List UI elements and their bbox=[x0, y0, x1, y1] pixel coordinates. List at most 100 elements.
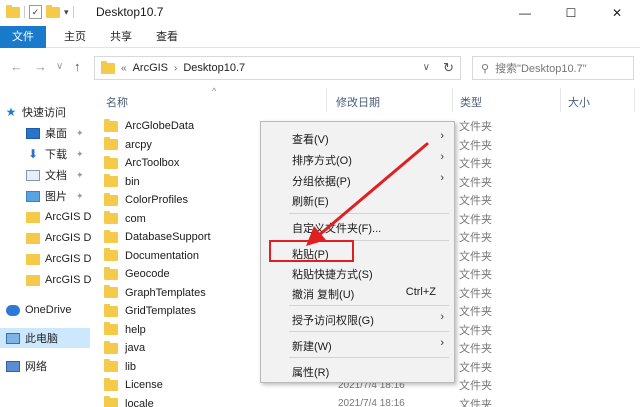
pin-icon[interactable]: ✦ bbox=[76, 128, 84, 139]
file-name: lib bbox=[125, 360, 137, 373]
menu-item-undo-copy[interactable]: 撤消 复制(U) Ctrl+Z bbox=[261, 283, 454, 302]
refresh-icon[interactable]: ↻ bbox=[443, 60, 454, 76]
folder-icon bbox=[26, 274, 40, 286]
menu-item-new[interactable]: 新建(W) › bbox=[261, 335, 454, 354]
file-type: 文件夹 bbox=[459, 287, 492, 300]
folder-icon bbox=[104, 229, 118, 243]
nav-item-label: 下载 bbox=[45, 149, 67, 161]
column-header-type[interactable]: 类型 bbox=[460, 94, 482, 110]
menu-item-group[interactable]: 分组依据(P) › bbox=[261, 170, 454, 189]
nav-item-label: ArcGIS D bbox=[45, 232, 92, 244]
tab-home[interactable]: 主页 bbox=[52, 26, 98, 48]
file-type: 文件夹 bbox=[459, 158, 492, 171]
new-folder-icon[interactable] bbox=[46, 4, 60, 18]
minimize-button[interactable]: — bbox=[502, 0, 548, 26]
file-name: DatabaseSupport bbox=[125, 231, 211, 244]
nav-item-documents[interactable]: 文档 ✦ bbox=[26, 165, 84, 185]
submenu-arrow-icon: › bbox=[440, 311, 444, 323]
menu-item-grant-access[interactable]: 授予访问权限(G) › bbox=[261, 309, 454, 328]
nav-item-pictures[interactable]: 图片 ✦ bbox=[26, 186, 84, 206]
nav-item-arcgis-2[interactable]: ArcGIS D bbox=[26, 228, 91, 248]
pin-icon[interactable]: ✦ bbox=[76, 170, 84, 181]
nav-item-label: ArcGIS D bbox=[45, 211, 92, 223]
menu-item-label: 新建(W) bbox=[292, 341, 332, 353]
menu-item-refresh[interactable]: 刷新(E) bbox=[261, 190, 454, 209]
nav-item-onedrive[interactable]: OneDrive bbox=[6, 300, 71, 320]
star-icon: ★ bbox=[5, 105, 17, 119]
file-type: 文件夹 bbox=[459, 380, 492, 393]
menu-item-sort[interactable]: 排序方式(O) › bbox=[261, 149, 454, 168]
pin-icon[interactable]: ✦ bbox=[76, 149, 84, 160]
forward-button[interactable]: → bbox=[34, 59, 47, 74]
file-name: Geocode bbox=[125, 268, 170, 281]
menu-item-label: 粘贴快捷方式(S) bbox=[292, 269, 373, 281]
column-divider[interactable] bbox=[560, 88, 561, 112]
properties-check-icon[interactable]: ✓ bbox=[29, 5, 42, 19]
nav-item-label: ArcGIS D bbox=[45, 274, 92, 286]
menu-item-view[interactable]: 查看(V) › bbox=[261, 128, 454, 147]
address-bar[interactable]: « ArcGIS › Desktop10.7 ∨ ↻ bbox=[94, 56, 461, 80]
network-icon bbox=[6, 360, 20, 372]
pin-icon[interactable]: ✦ bbox=[76, 191, 84, 202]
file-type: 文件夹 bbox=[459, 195, 492, 208]
menu-divider bbox=[289, 213, 449, 214]
search-input[interactable]: ⚲ 搜索"Desktop10.7" bbox=[472, 56, 634, 80]
menu-item-label: 授予访问权限(G) bbox=[292, 315, 374, 327]
column-header-name[interactable]: 名称 bbox=[106, 94, 128, 110]
menu-item-customize-folder[interactable]: 自定义文件夹(F)... bbox=[261, 217, 454, 236]
breadcrumb-arcgis[interactable]: ArcGIS bbox=[133, 62, 168, 74]
file-name: GraphTemplates bbox=[125, 286, 206, 299]
nav-item-arcgis-1[interactable]: ArcGIS D bbox=[26, 207, 91, 227]
recent-locations-button[interactable]: ∨ bbox=[56, 61, 63, 72]
customize-qat-dropdown-icon[interactable]: ▾ bbox=[64, 7, 69, 18]
folder-icon bbox=[104, 340, 118, 354]
file-date: 2021/7/4 18:16 bbox=[338, 398, 405, 407]
chevron-right-icon[interactable]: › bbox=[174, 63, 177, 74]
tab-share[interactable]: 共享 bbox=[98, 26, 144, 48]
document-icon bbox=[26, 169, 40, 181]
folder-icon bbox=[6, 4, 20, 18]
column-header-size[interactable]: 大小 bbox=[568, 94, 590, 110]
nav-item-this-pc[interactable]: 此电脑 bbox=[0, 328, 90, 348]
menu-item-label: 排序方式(O) bbox=[292, 155, 352, 167]
column-divider[interactable] bbox=[326, 88, 327, 112]
folder-icon bbox=[104, 155, 118, 169]
back-button[interactable]: ← bbox=[10, 59, 23, 74]
up-button[interactable]: ↑ bbox=[74, 59, 81, 74]
menu-item-properties[interactable]: 属性(R) bbox=[261, 361, 454, 380]
submenu-arrow-icon: › bbox=[440, 172, 444, 184]
column-header-date[interactable]: 修改日期 bbox=[336, 94, 380, 110]
list-item[interactable]: locale 2021/7/4 18:16 文件夹 bbox=[104, 395, 640, 407]
file-name: License bbox=[125, 379, 163, 392]
address-dropdown-icon[interactable]: ∨ bbox=[423, 62, 430, 73]
search-placeholder: 搜索"Desktop10.7" bbox=[495, 63, 587, 75]
tab-view[interactable]: 查看 bbox=[144, 26, 190, 48]
tab-file[interactable]: 文件 bbox=[0, 26, 46, 48]
folder-icon bbox=[26, 232, 40, 244]
column-divider[interactable] bbox=[452, 88, 453, 112]
breadcrumb-desktop[interactable]: Desktop10.7 bbox=[183, 62, 245, 74]
nav-item-quick-access[interactable]: ★ 快速访问 bbox=[4, 102, 66, 122]
menu-item-paste-shortcut[interactable]: 粘贴快捷方式(S) bbox=[261, 263, 454, 282]
maximize-button[interactable]: ☐ bbox=[548, 0, 594, 26]
cloud-icon bbox=[6, 304, 20, 316]
close-button[interactable]: ✕ bbox=[594, 0, 640, 26]
menu-item-label: 撤消 复制(U) bbox=[292, 289, 355, 301]
nav-item-arcgis-3[interactable]: ArcGIS D bbox=[26, 249, 91, 269]
desktop-icon bbox=[26, 127, 40, 139]
submenu-arrow-icon: › bbox=[440, 151, 444, 163]
file-type: 文件夹 bbox=[459, 269, 492, 282]
nav-item-desktop[interactable]: 桌面 ✦ bbox=[26, 123, 84, 143]
nav-item-arcgis-4[interactable]: ArcGIS D bbox=[26, 270, 91, 290]
window-title: Desktop10.7 bbox=[96, 5, 164, 19]
file-name: arcpy bbox=[125, 138, 152, 151]
search-icon: ⚲ bbox=[481, 62, 490, 75]
overflow-icon[interactable]: « bbox=[121, 63, 127, 74]
nav-item-network[interactable]: 网络 bbox=[6, 356, 47, 376]
column-divider[interactable] bbox=[634, 88, 635, 112]
file-type: 文件夹 bbox=[459, 324, 492, 337]
folder-icon bbox=[104, 211, 118, 225]
nav-item-downloads[interactable]: ⬇ 下载 ✦ bbox=[26, 144, 84, 164]
file-type: 文件夹 bbox=[459, 343, 492, 356]
menu-item-label: 分组依据(P) bbox=[292, 176, 351, 188]
